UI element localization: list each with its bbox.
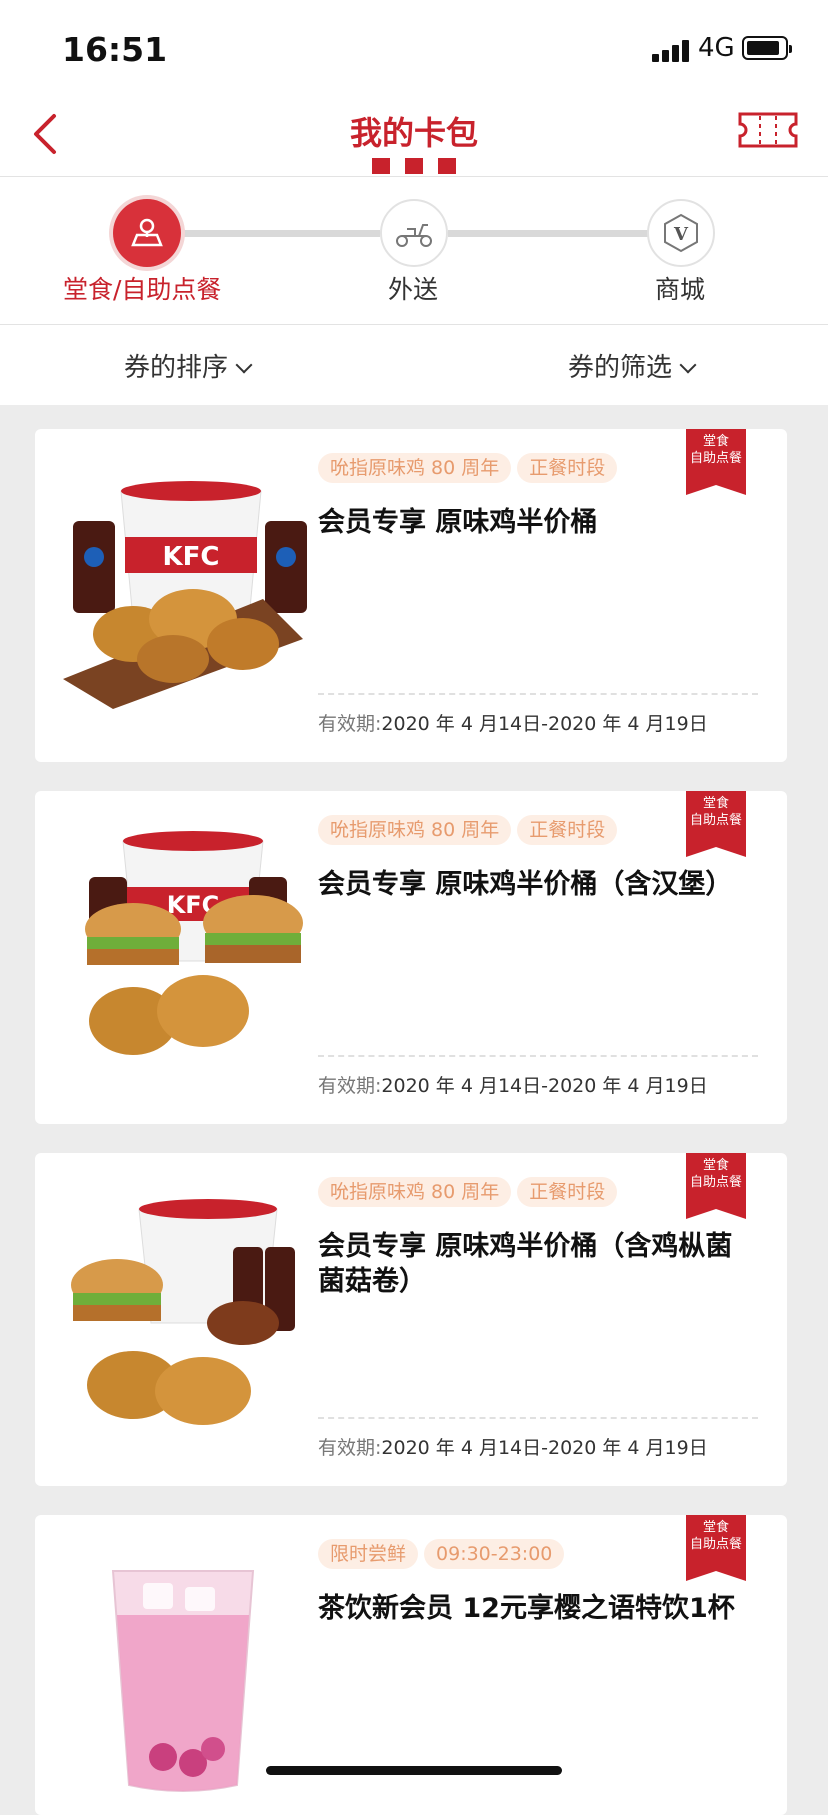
validity-dates: 2020 年 4 月14日-2020 年 4 月19日 bbox=[381, 713, 708, 735]
coupon-tags: 吮指原味鸡 80 周年 正餐时段 bbox=[318, 815, 623, 845]
mode-mall-button[interactable]: V bbox=[647, 199, 715, 267]
dine-in-ribbon-badge: 堂食 自助点餐 bbox=[686, 429, 746, 495]
ribbon-line-1: 堂食 bbox=[702, 796, 729, 811]
ribbon-line-1: 堂食 bbox=[702, 434, 729, 449]
sort-filter-bar: 券的排序 券的筛选 bbox=[0, 325, 828, 405]
nav-bar: 我的卡包 bbox=[0, 96, 828, 177]
coupon-validity: 有效期:2020 年 4 月14日-2020 年 4 月19日 bbox=[318, 1433, 708, 1460]
coupon-tag: 吮指原味鸡 80 周年 bbox=[318, 1177, 512, 1207]
battery-icon bbox=[742, 36, 792, 60]
sort-dropdown[interactable]: 券的排序 bbox=[124, 347, 253, 384]
dashed-divider bbox=[318, 693, 758, 695]
dashed-divider bbox=[318, 1417, 758, 1419]
svg-text:V: V bbox=[673, 224, 689, 245]
chevron-down-icon bbox=[235, 356, 253, 374]
chicken-bucket-pepsi-image: KFC bbox=[63, 481, 307, 709]
store-icon bbox=[131, 218, 163, 247]
chicken-bucket-burgers-image: KFC bbox=[85, 831, 303, 1055]
order-mode-selector: 堂食/自助点餐 外送 V 商城 bbox=[0, 177, 828, 325]
validity-label: 有效期: bbox=[318, 1075, 382, 1097]
mode-mall-label: 商城 bbox=[655, 275, 706, 304]
ribbon-line-2: 自助点餐 bbox=[689, 813, 742, 828]
mode-delivery-label: 外送 bbox=[388, 275, 439, 304]
coupon-title: 会员专享 原味鸡半价桶（含汉堡） bbox=[318, 869, 733, 900]
dashed-divider bbox=[318, 1055, 758, 1057]
status-time: 16:51 bbox=[62, 30, 168, 69]
filter-dropdown[interactable]: 券的筛选 bbox=[568, 347, 697, 384]
coupon-validity: 有效期:2020 年 4 月14日-2020 年 4 月19日 bbox=[318, 1071, 708, 1098]
validity-dates: 2020 年 4 月14日-2020 年 4 月19日 bbox=[381, 1075, 708, 1097]
coupon-validity: 有效期:2020 年 4 月14日-2020 年 4 月19日 bbox=[318, 709, 708, 736]
mode-delivery-button[interactable] bbox=[380, 199, 448, 267]
dine-in-ribbon-badge: 堂食 自助点餐 bbox=[686, 791, 746, 857]
ticket-edge bbox=[781, 1163, 793, 1476]
coupon-card[interactable]: 吮指原味鸡 80 周年 正餐时段 会员专享 原味鸡半价桶（含鸡枞菌菌菇卷） 有效期… bbox=[35, 1153, 793, 1486]
coupon-title: 会员专享 原味鸡半价桶 bbox=[318, 507, 598, 538]
chevron-down-icon bbox=[679, 356, 697, 374]
filter-label: 券的筛选 bbox=[568, 353, 673, 383]
ticket-edge bbox=[781, 439, 793, 752]
validity-dates: 2020 年 4 月14日-2020 年 4 月19日 bbox=[381, 1437, 708, 1459]
coupon-tags: 吮指原味鸡 80 周年 正餐时段 bbox=[318, 453, 623, 483]
coupon-title: 会员专享 原味鸡半价桶（含鸡枞菌菌菇卷） bbox=[318, 1231, 733, 1297]
validity-label: 有效期: bbox=[318, 1437, 382, 1459]
ribbon-line-2: 自助点餐 bbox=[689, 1537, 742, 1552]
ribbon-line-2: 自助点餐 bbox=[689, 1175, 742, 1190]
mode-track bbox=[448, 230, 648, 237]
ribbon-line-1: 堂食 bbox=[702, 1520, 729, 1535]
validity-label: 有效期: bbox=[318, 713, 382, 735]
scooter-icon bbox=[396, 224, 432, 247]
mode-track bbox=[180, 230, 380, 237]
ribbon-line-2: 自助点餐 bbox=[689, 451, 742, 466]
mode-dine-in-button[interactable] bbox=[113, 199, 181, 267]
chicken-bucket-wrap-image bbox=[71, 1199, 295, 1425]
signal-icon bbox=[652, 38, 696, 62]
page-title: 我的卡包 bbox=[349, 114, 478, 152]
ticket-edge bbox=[781, 1525, 793, 1805]
v-mall-icon: V bbox=[664, 213, 698, 253]
coupon-title: 茶饮新会员 12元享樱之语特饮1杯 bbox=[318, 1593, 735, 1624]
coupon-tag: 正餐时段 bbox=[517, 815, 618, 845]
mode-dine-in-label: 堂食/自助点餐 bbox=[63, 275, 222, 304]
coupon-tag: 限时尝鲜 bbox=[318, 1539, 419, 1569]
sort-label: 券的排序 bbox=[124, 353, 229, 383]
title-decoration bbox=[372, 158, 456, 174]
network-type: 4G bbox=[698, 33, 735, 63]
home-indicator[interactable] bbox=[266, 1766, 562, 1775]
coupon-card[interactable]: KFC 吮指原味鸡 80 周年 正餐时段 会员专享 原味鸡半价桶（含汉堡） 有效期… bbox=[35, 791, 793, 1124]
coupon-tag: 09:30-23:00 bbox=[424, 1539, 565, 1569]
coupon-tags: 限时尝鲜 09:30-23:00 bbox=[318, 1539, 570, 1569]
coupon-tag: 正餐时段 bbox=[517, 453, 618, 483]
coupon-tag: 吮指原味鸡 80 周年 bbox=[318, 815, 512, 845]
ticket-edge bbox=[781, 801, 793, 1114]
coupon-tag: 吮指原味鸡 80 周年 bbox=[318, 453, 512, 483]
dine-in-ribbon-badge: 堂食 自助点餐 bbox=[686, 1153, 746, 1219]
svg-text:KFC: KFC bbox=[163, 542, 220, 572]
dine-in-ribbon-badge: 堂食 自助点餐 bbox=[686, 1515, 746, 1581]
coupon-card[interactable]: KFC 吮指原味鸡 80 周年 正餐时段 会员专享 原味鸡半价桶 有效期:2020… bbox=[35, 429, 793, 762]
coupon-tags: 吮指原味鸡 80 周年 正餐时段 bbox=[318, 1177, 623, 1207]
coupon-tag: 正餐时段 bbox=[517, 1177, 618, 1207]
ribbon-line-1: 堂食 bbox=[702, 1158, 729, 1173]
ticket-icon[interactable] bbox=[738, 110, 798, 150]
status-bar: 16:51 4G bbox=[0, 0, 828, 96]
